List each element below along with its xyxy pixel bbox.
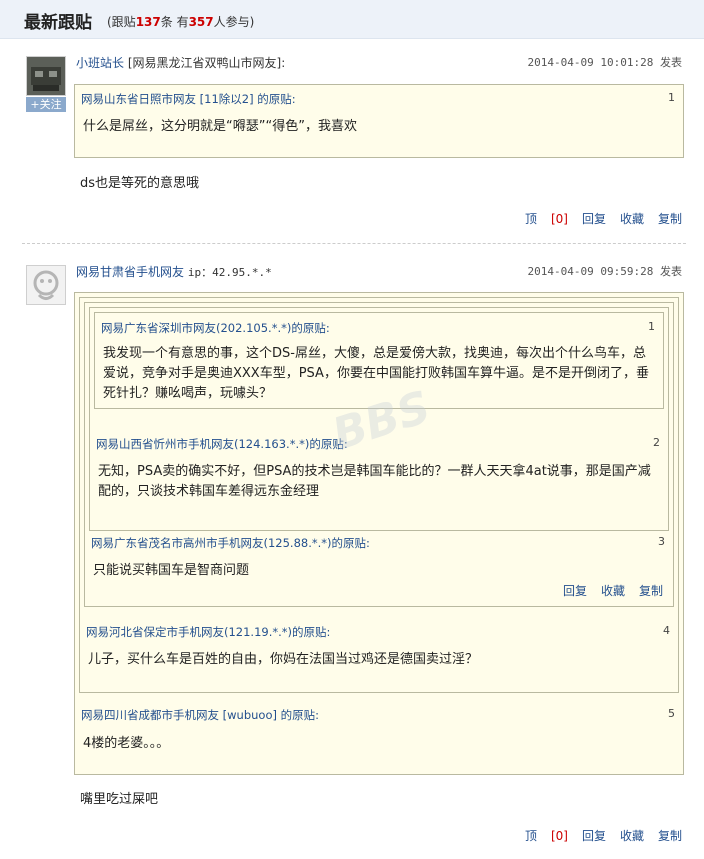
quote-box-level-4: 网易广东省深圳市网友(202.105.*.*)的原贴: 1 我发现一个有意思的事…: [79, 297, 679, 693]
stats-open: (跟贴: [107, 15, 136, 29]
favorite-button[interactable]: 收藏: [620, 212, 644, 226]
upvote-label: 顶: [524, 829, 537, 843]
author-location: [网易黑龙江省双鸭山市网友]:: [127, 56, 286, 70]
quote-source[interactable]: 网易山西省忻州市手机网友(124.163.*.*)的原贴:: [96, 436, 348, 452]
user-photo-icon: [27, 57, 65, 95]
quote-text: 只能说买韩国车是智商问题: [93, 563, 250, 578]
author-ip: ip：42.95.*.*: [187, 266, 272, 279]
copy-button[interactable]: 复制: [658, 212, 682, 226]
reply-button[interactable]: 回复: [582, 829, 606, 843]
post-time: 2014-04-09 09:59:28 发表: [527, 265, 682, 278]
quote-index: 1: [668, 91, 675, 104]
quote-index: 4: [663, 624, 670, 637]
stats-mid: 条 有: [160, 15, 189, 29]
post-author: 小班站长 [网易黑龙江省双鸭山市网友]:: [76, 54, 285, 71]
upvote-button[interactable]: 顶 [0]: [511, 212, 568, 226]
favorite-button[interactable]: 收藏: [620, 829, 644, 843]
quote-text: 4楼的老婆。。。: [83, 736, 170, 751]
quote-source[interactable]: 网易广东省深圳市网友(202.105.*.*)的原贴:: [101, 320, 330, 336]
upvote-count: [0]: [550, 212, 568, 226]
reply-text: ds也是等死的意思哦: [80, 176, 200, 191]
quote-source[interactable]: 网易四川省成都市手机网友 [wubuoo] 的原贴:: [81, 707, 319, 723]
quote-text: 儿子，买什么车是百姓的自由，你妈在法国当过鸡还是德国卖过淫？: [88, 652, 479, 667]
post-time: 2014-04-09 10:01:28 发表: [527, 56, 682, 69]
quote-index: 3: [658, 535, 665, 548]
quote-reply-button[interactable]: 回复: [563, 584, 587, 598]
divider: [22, 243, 686, 244]
upvote-count: [0]: [550, 829, 568, 843]
quote-box: 网易山东省日照市网友 [11除以2] 的原贴: 1 什么是屌丝，这分明就是“嘚瑟…: [74, 84, 684, 158]
upvote-label: 顶: [524, 212, 537, 226]
section-title: 最新跟贴: [24, 13, 92, 33]
quote-favorite-button[interactable]: 收藏: [601, 584, 625, 598]
post-author: 网易甘肃省手机网友 ip：42.95.*.*: [76, 263, 272, 280]
copy-button[interactable]: 复制: [658, 829, 682, 843]
quote-index: 1: [648, 320, 655, 333]
reply-count: 137: [135, 15, 161, 29]
quote-index: 5: [668, 707, 675, 720]
default-avatar-icon: [27, 266, 65, 304]
quote-box-level-3: 网易广东省深圳市网友(202.105.*.*)的原贴: 1 我发现一个有意思的事…: [84, 302, 674, 607]
quote-source[interactable]: 网易河北省保定市手机网友(121.19.*.*)的原贴:: [86, 624, 330, 640]
quote-source[interactable]: 网易山东省日照市网友 [11除以2] 的原贴:: [81, 91, 296, 107]
author-name[interactable]: 网易甘肃省手机网友: [76, 265, 184, 279]
quote-text: 我发现一个有意思的事，这个DS-屌丝，大傻，总是爱傍大款，找奥迪，每次出个什么鸟…: [103, 346, 649, 401]
quote-text: 什么是屌丝，这分明就是“嘚瑟”“得色”，我喜欢: [83, 119, 357, 134]
quote-box-level-1: 网易广东省深圳市网友(202.105.*.*)的原贴: 1 我发现一个有意思的事…: [94, 312, 664, 409]
quote-text: 无知，PSA卖的确实不好，但PSA的技术岂是韩国车能比的？一群人天天拿4at说事…: [98, 464, 651, 499]
avatar[interactable]: [26, 265, 66, 305]
quote-index: 2: [653, 436, 660, 449]
quote-box-level-5: 网易广东省深圳市网友(202.105.*.*)的原贴: 1 我发现一个有意思的事…: [74, 292, 684, 775]
post-actions: 顶 [0] 回复 收藏 复制: [497, 827, 682, 844]
author-name[interactable]: 小班站长: [76, 56, 124, 70]
post-actions: 顶 [0] 回复 收藏 复制: [497, 210, 682, 227]
stats-close: 人参与): [213, 15, 255, 29]
reply-text: 嘴里吃过屎吧: [80, 792, 159, 807]
quote-source[interactable]: 网易广东省茂名市高州市手机网友(125.88.*.*)的原贴:: [91, 535, 370, 551]
quote-box-level-2: 网易广东省深圳市网友(202.105.*.*)的原贴: 1 我发现一个有意思的事…: [89, 307, 669, 531]
comments-header: 最新跟贴 (跟贴137条 有357人参与): [0, 0, 704, 39]
upvote-button[interactable]: 顶 [0]: [511, 829, 568, 843]
comment-stats: (跟贴137条 有357人参与): [107, 13, 254, 30]
reply-button[interactable]: 回复: [582, 212, 606, 226]
quote-actions: 回复 收藏 复制: [549, 582, 663, 599]
avatar[interactable]: [26, 56, 66, 96]
quote-copy-button[interactable]: 复制: [639, 584, 663, 598]
follow-button[interactable]: +关注: [26, 97, 66, 112]
participant-count: 357: [188, 15, 214, 29]
